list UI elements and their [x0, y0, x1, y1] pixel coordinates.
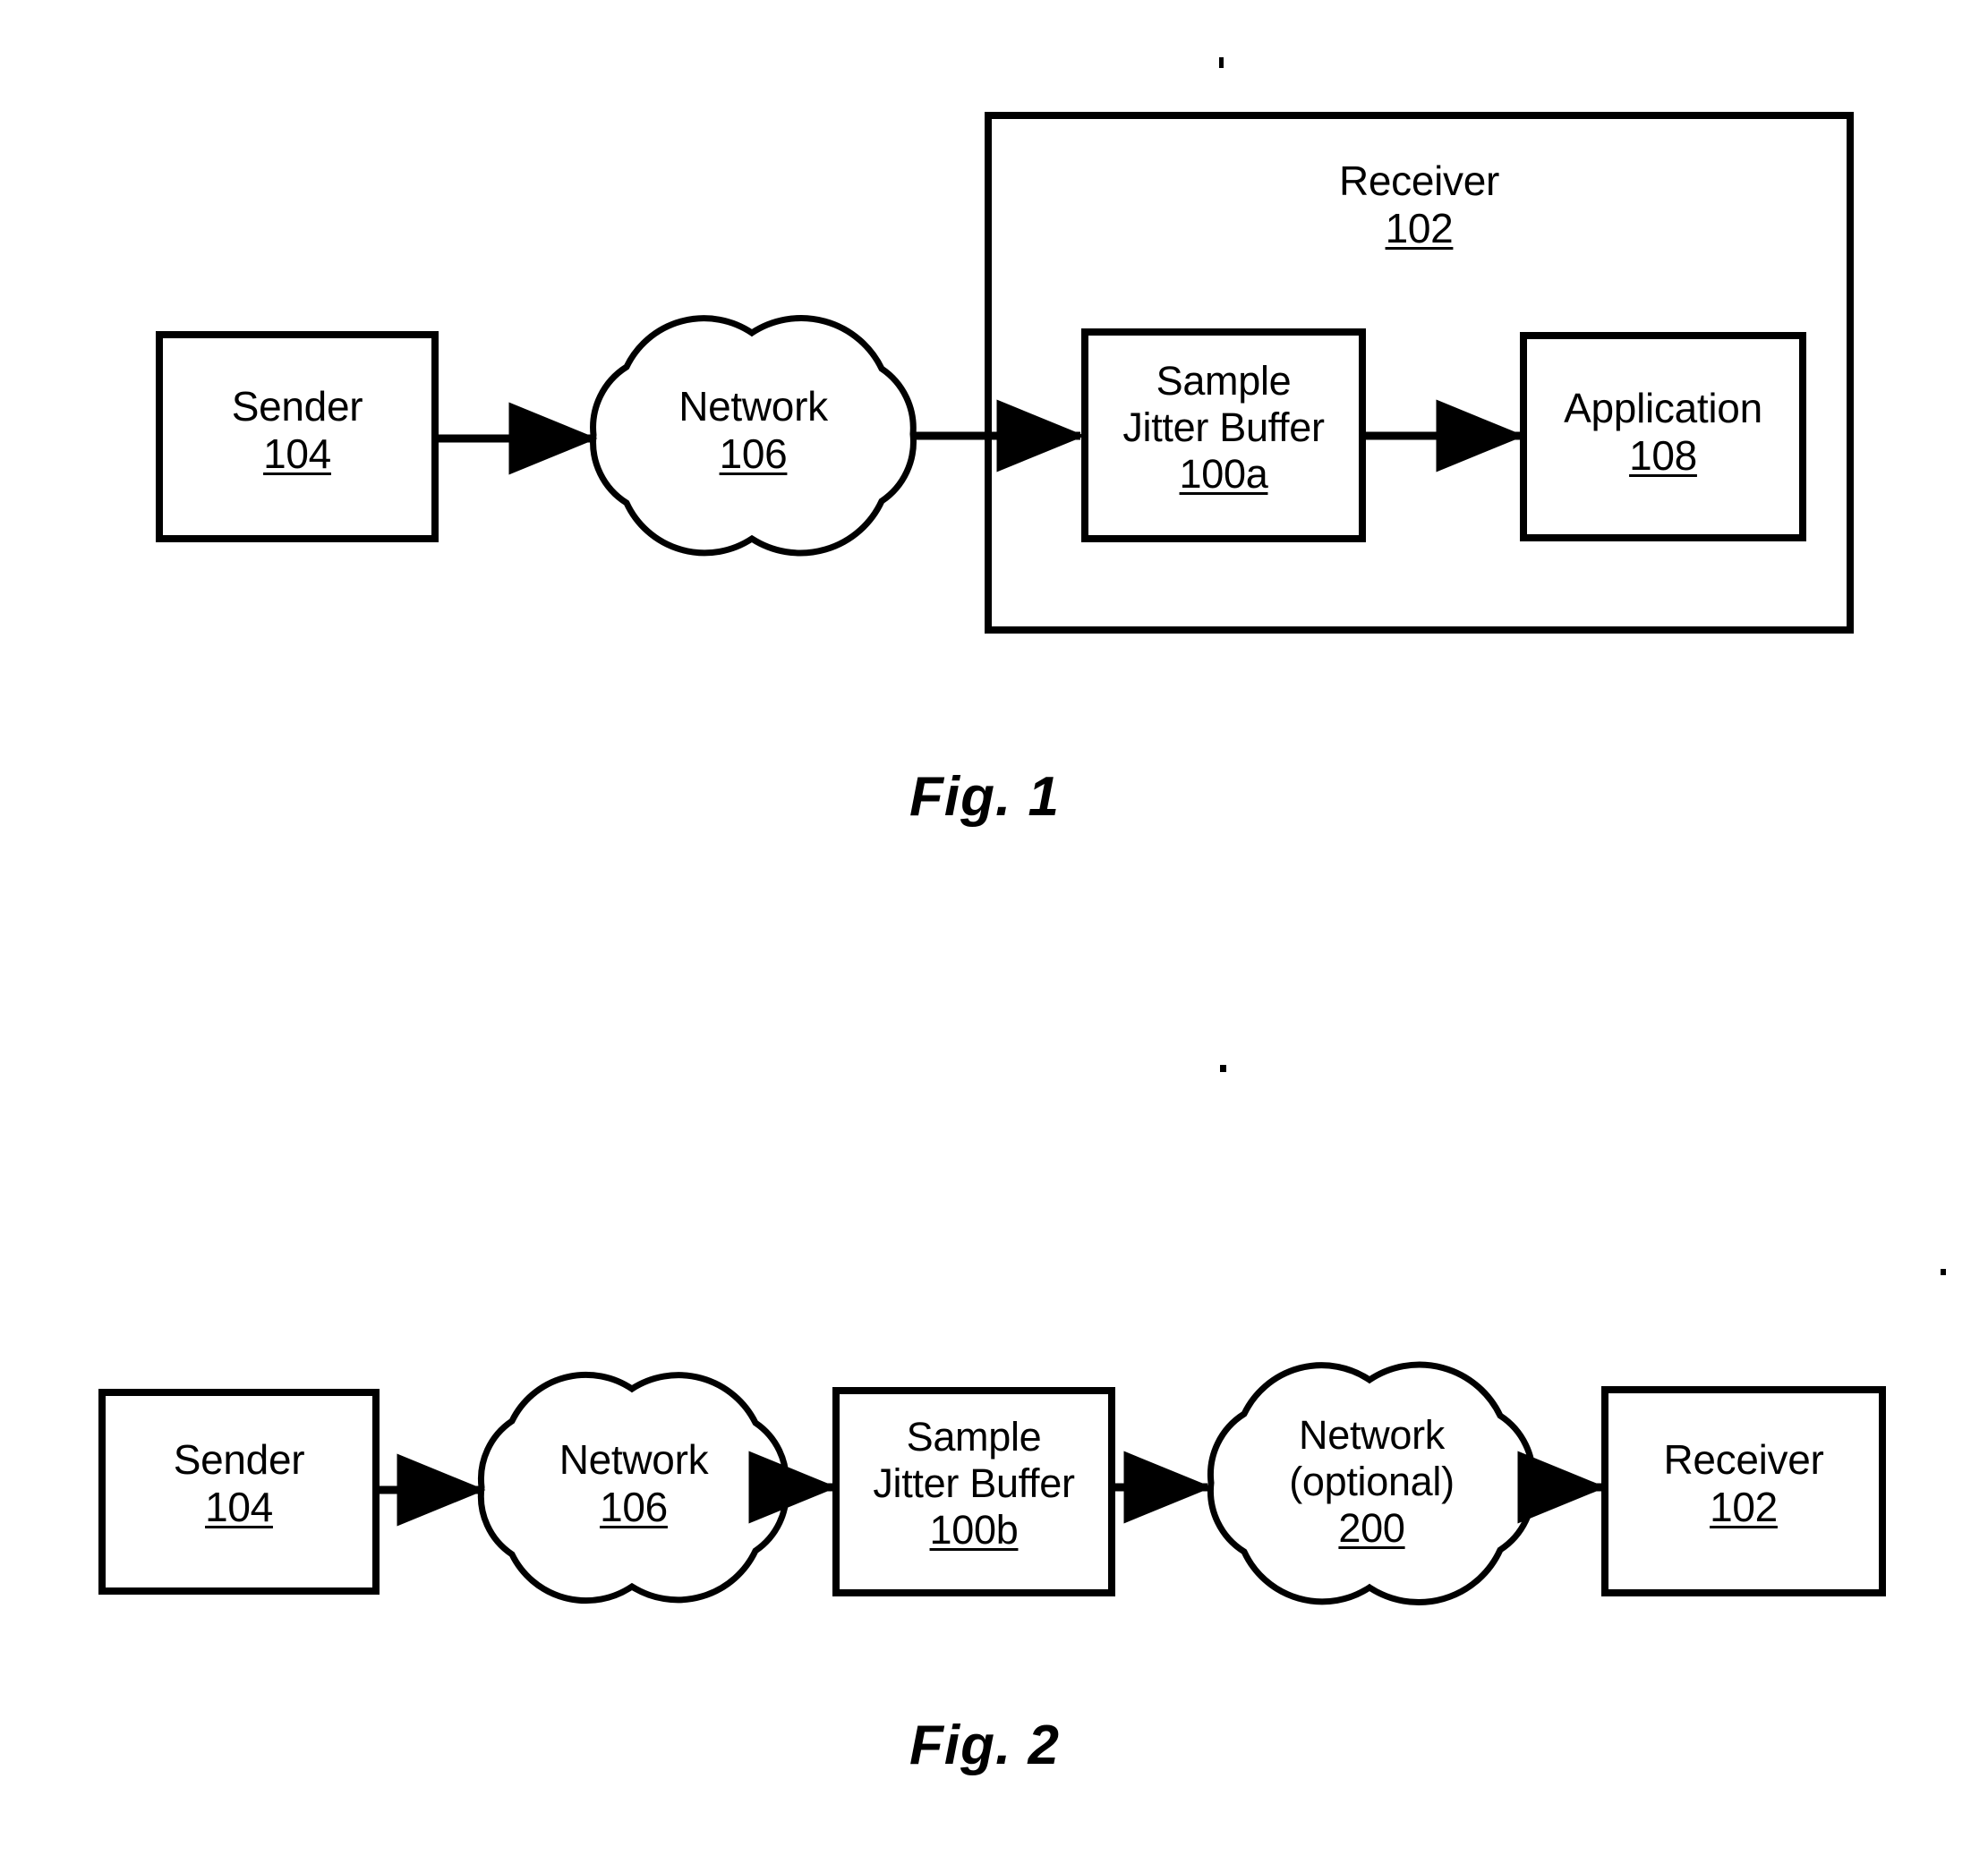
fig-2-caption: Fig. 2	[909, 1715, 1060, 1776]
network-optional-2-ref: 200	[1338, 1505, 1405, 1552]
fig-1-caption: Fig. 1	[909, 766, 1060, 828]
receiver-1-title: Receiver	[1338, 157, 1500, 204]
sender-2-ref: 104	[205, 1484, 273, 1531]
network-optional-2-title-line1: Network	[1299, 1412, 1445, 1458]
network-1-ref: 106	[719, 430, 788, 478]
receiver-1-ref: 102	[1385, 205, 1454, 252]
sender-2-label: Sender 104	[102, 1436, 376, 1532]
scan-speck-middle	[1220, 1065, 1226, 1072]
scan-speck-right	[1941, 1269, 1946, 1275]
application-1-label: Application 108	[1516, 385, 1810, 481]
network-2-title: Network	[559, 1436, 709, 1483]
network-1-title: Network	[678, 383, 828, 430]
receiver-2-ref: 102	[1710, 1484, 1778, 1531]
receiver-1-label: Receiver 102	[988, 157, 1850, 253]
receiver-2-label: Receiver 102	[1605, 1436, 1882, 1532]
network-optional-2-title-line2: (optional)	[1289, 1459, 1455, 1505]
figure-line-art	[98, 112, 1886, 1605]
sender-1-title: Sender	[231, 383, 363, 430]
network-2-label: Network 106	[482, 1436, 786, 1532]
jitter-buffer-1-ref: 100a	[1179, 451, 1268, 498]
sender-1-label: Sender 104	[159, 383, 435, 479]
network-1-label: Network 106	[593, 383, 913, 479]
jitter-buffer-1-label: Sample Jitter Buffer 100a	[1079, 358, 1368, 498]
application-1-title: Application	[1564, 385, 1762, 431]
jitter-buffer-1-title-line2: Jitter Buffer	[1122, 404, 1325, 451]
sender-2-title: Sender	[173, 1436, 305, 1483]
sender-1-ref: 104	[263, 430, 331, 478]
patent-figure-sheet: Receiver 102 Sender 104 Network 106 Samp…	[0, 0, 1988, 1864]
jitter-buffer-2-title-line2: Jitter Buffer	[873, 1460, 1075, 1507]
network-2-ref: 106	[600, 1484, 668, 1531]
network-optional-2-label: Network (optional) 200	[1211, 1412, 1532, 1553]
receiver-2-title: Receiver	[1663, 1436, 1824, 1483]
application-1-ref: 108	[1629, 432, 1697, 480]
jitter-buffer-2-ref: 100b	[929, 1507, 1019, 1553]
scan-speck-top	[1219, 57, 1224, 68]
jitter-buffer-2-title-line1: Sample	[906, 1414, 1042, 1460]
jitter-buffer-2-label: Sample Jitter Buffer 100b	[831, 1414, 1117, 1554]
jitter-buffer-1-title-line1: Sample	[1156, 358, 1292, 404]
